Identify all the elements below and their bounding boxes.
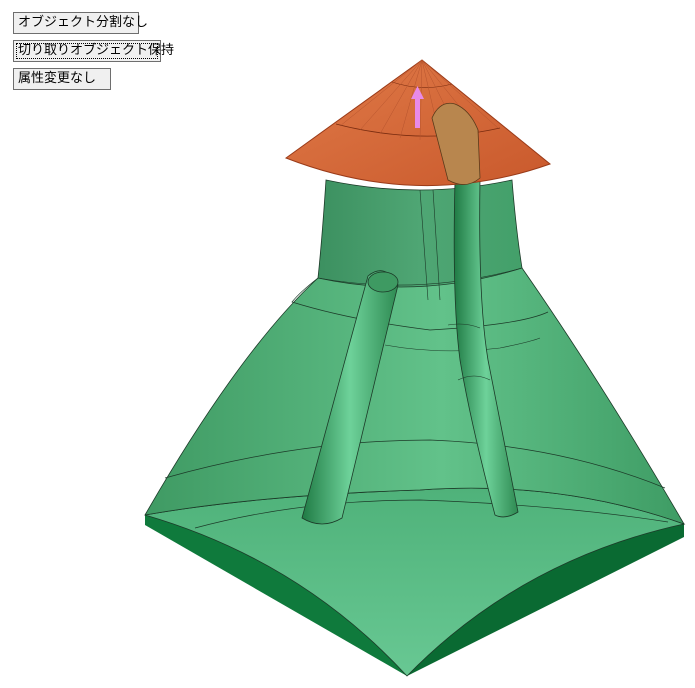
keep-cut-object-button[interactable]: 切り取りオブジェクト保持	[13, 40, 174, 62]
no-object-split-button[interactable]: オブジェクト分割なし	[13, 12, 148, 34]
orange-cut-cone[interactable]	[284, 59, 552, 187]
no-attribute-change-button[interactable]: 属性変更なし	[13, 68, 111, 90]
base-top-face	[144, 487, 686, 677]
left-tube-end	[367, 271, 399, 293]
flared-body	[144, 267, 685, 525]
neck	[317, 179, 523, 288]
green-solid-model[interactable]	[144, 179, 686, 677]
3d-viewport[interactable]	[0, 0, 695, 688]
